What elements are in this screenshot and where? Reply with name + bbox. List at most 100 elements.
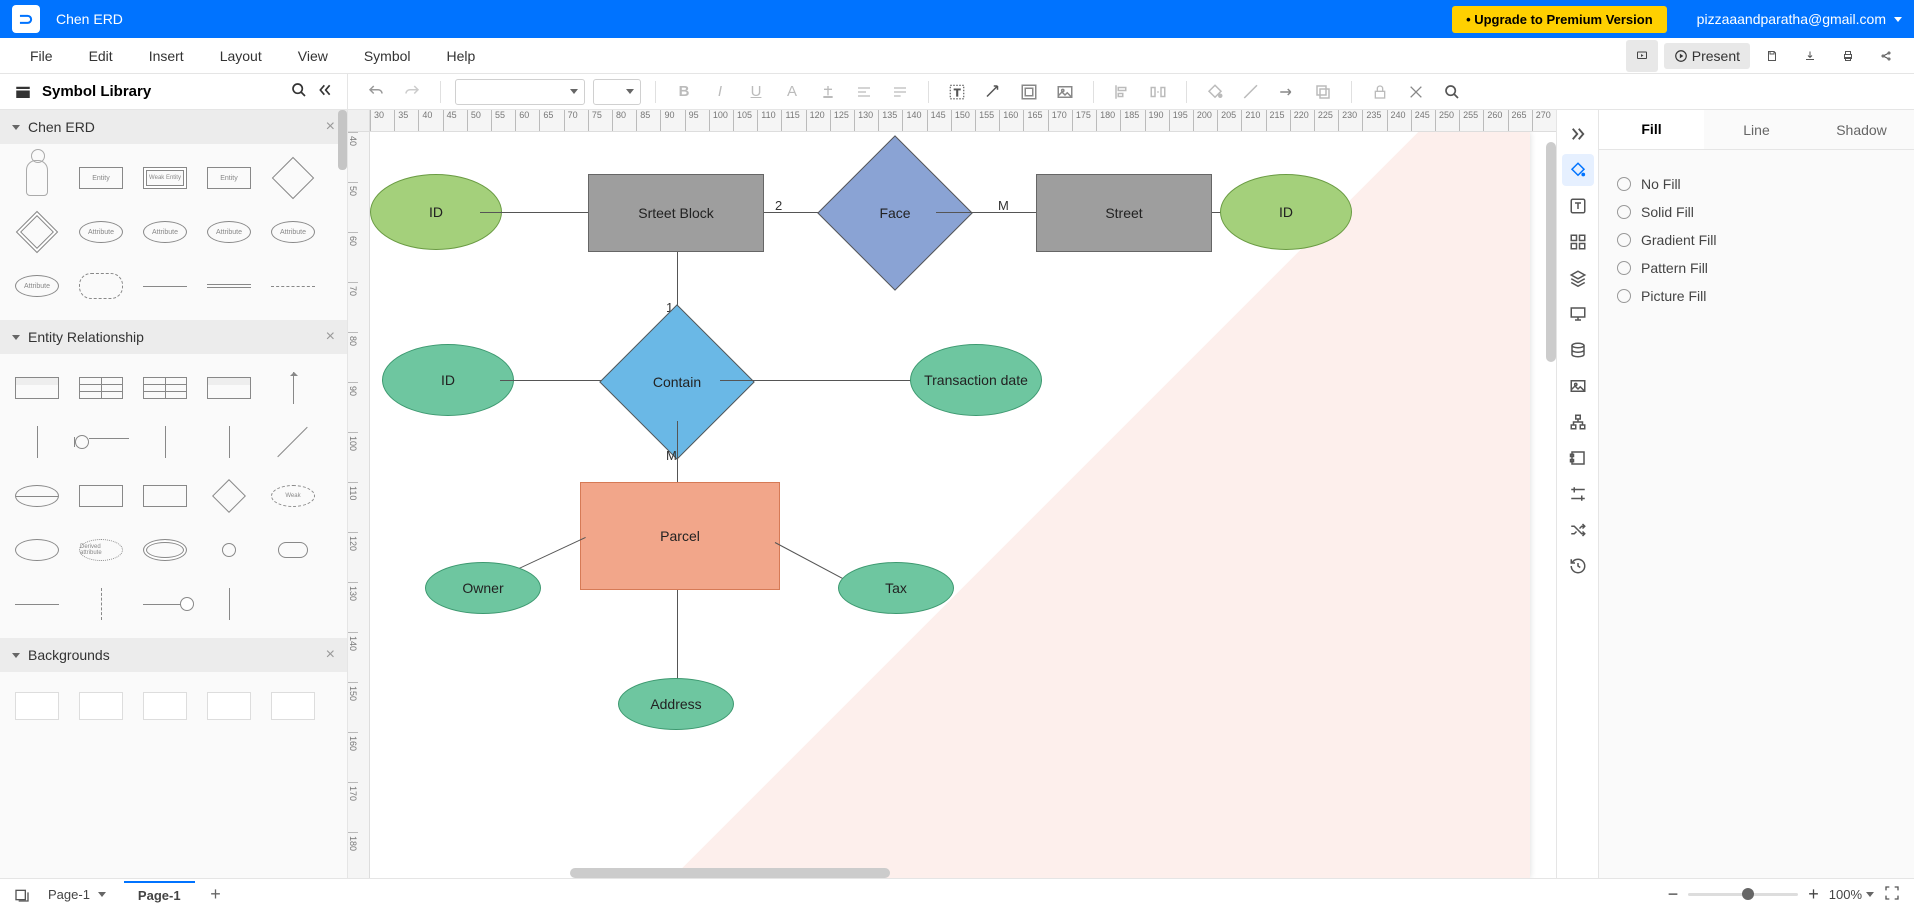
- shuffle-tool-icon[interactable]: [1562, 514, 1594, 546]
- share-button[interactable]: [1870, 40, 1902, 72]
- shape-dash-vline[interactable]: [72, 580, 130, 628]
- section-chen-erd[interactable]: Chen ERD ×: [0, 110, 347, 144]
- bg-2[interactable]: [72, 682, 130, 730]
- node-owner[interactable]: Owner: [425, 562, 541, 614]
- align-h-button[interactable]: [850, 78, 878, 106]
- fill-option-nofill[interactable]: No Fill: [1617, 176, 1896, 192]
- shape-vline3[interactable]: [200, 418, 258, 466]
- tab-line[interactable]: Line: [1704, 110, 1809, 149]
- shadow-button[interactable]: [1309, 78, 1337, 106]
- crop-tool-icon[interactable]: [1562, 478, 1594, 510]
- tab-shadow[interactable]: Shadow: [1809, 110, 1914, 149]
- shape-circ-line[interactable]: [136, 580, 194, 628]
- image-button[interactable]: [1051, 78, 1079, 106]
- shape-attribute2[interactable]: Attribute: [136, 208, 194, 256]
- shape-attribute4[interactable]: Attribute: [264, 208, 322, 256]
- menu-edit[interactable]: Edit: [71, 42, 131, 70]
- section-entity-relationship[interactable]: Entity Relationship ×: [0, 320, 347, 354]
- group-tool-icon[interactable]: [1562, 226, 1594, 258]
- menu-symbol[interactable]: Symbol: [346, 42, 429, 70]
- shape-vline-arrow[interactable]: [264, 364, 322, 412]
- shape-diag-line[interactable]: [264, 418, 322, 466]
- font-family-select[interactable]: [455, 79, 585, 105]
- font-color-button[interactable]: A: [778, 78, 806, 106]
- shape-double-ell[interactable]: [136, 526, 194, 574]
- present-tool-icon[interactable]: [1562, 298, 1594, 330]
- shape-attribute[interactable]: Attribute: [72, 208, 130, 256]
- add-page-button[interactable]: +: [205, 884, 227, 906]
- shape-table2[interactable]: [72, 364, 130, 412]
- upgrade-premium-button[interactable]: • Upgrade to Premium Version: [1452, 6, 1667, 33]
- fill-button[interactable]: [1201, 78, 1229, 106]
- bg-3[interactable]: [136, 682, 194, 730]
- menu-layout[interactable]: Layout: [202, 42, 280, 70]
- shape-hline[interactable]: [8, 580, 66, 628]
- redo-button[interactable]: [398, 78, 426, 106]
- node-street[interactable]: Street: [1036, 174, 1212, 252]
- close-icon[interactable]: ×: [326, 118, 335, 136]
- fill-option-solid[interactable]: Solid Fill: [1617, 204, 1896, 220]
- page-tab-1[interactable]: Page-1: [124, 881, 195, 908]
- menu-help[interactable]: Help: [429, 42, 494, 70]
- database-tool-icon[interactable]: [1562, 334, 1594, 366]
- shape-weak-circ[interactable]: Weak: [264, 472, 322, 520]
- shape-attribute3[interactable]: Attribute: [200, 208, 258, 256]
- shape-table3[interactable]: [136, 364, 194, 412]
- search-icon[interactable]: [291, 82, 307, 102]
- shape-derived[interactable]: Derived attribute: [72, 526, 130, 574]
- account-menu[interactable]: pizzaaandparatha@gmail.com: [1697, 11, 1902, 27]
- node-id2[interactable]: ID: [1220, 174, 1352, 250]
- shape-attribute5[interactable]: Attribute: [8, 262, 66, 310]
- close-icon[interactable]: ×: [326, 646, 335, 664]
- shape-vline4[interactable]: [200, 580, 258, 628]
- shape-cloud[interactable]: [72, 262, 130, 310]
- line-style-button[interactable]: [1237, 78, 1265, 106]
- download-button[interactable]: [1794, 40, 1826, 72]
- shape-double-line[interactable]: [200, 262, 258, 310]
- distribute-button[interactable]: [1144, 78, 1172, 106]
- shape-dash-line[interactable]: [264, 262, 322, 310]
- node-id3[interactable]: ID: [382, 344, 514, 416]
- undo-button[interactable]: [362, 78, 390, 106]
- shape-circle-line[interactable]: [72, 418, 130, 466]
- fill-option-pattern[interactable]: Pattern Fill: [1617, 260, 1896, 276]
- shape-vline[interactable]: [8, 418, 66, 466]
- slideshow-button[interactable]: [1626, 40, 1658, 72]
- shape-plain-diam[interactable]: [200, 472, 258, 520]
- fullscreen-button[interactable]: [1884, 885, 1900, 904]
- sitemap-tool-icon[interactable]: [1562, 406, 1594, 438]
- tools-button[interactable]: [1402, 78, 1430, 106]
- tab-fill[interactable]: Fill: [1599, 110, 1704, 149]
- node-parcel[interactable]: Parcel: [580, 482, 780, 590]
- shape-weak-entity[interactable]: Weak Entity: [136, 154, 194, 202]
- underline-button[interactable]: U: [742, 78, 770, 106]
- align-left-button[interactable]: [1108, 78, 1136, 106]
- find-button[interactable]: [1438, 78, 1466, 106]
- text-tool-icon[interactable]: [1562, 190, 1594, 222]
- lock-button[interactable]: [1366, 78, 1394, 106]
- shape-person[interactable]: [8, 154, 66, 202]
- menu-insert[interactable]: Insert: [131, 42, 202, 70]
- present-button[interactable]: Present: [1664, 43, 1750, 69]
- save-button[interactable]: [1756, 40, 1788, 72]
- page-select[interactable]: Page-1: [40, 884, 114, 905]
- shape-half-ell[interactable]: [8, 472, 66, 520]
- print-button[interactable]: [1832, 40, 1864, 72]
- node-address[interactable]: Address: [618, 678, 734, 730]
- font-size-select[interactable]: [593, 79, 641, 105]
- shape-line[interactable]: [136, 262, 194, 310]
- fill-option-picture[interactable]: Picture Fill: [1617, 288, 1896, 304]
- bg-4[interactable]: [200, 682, 258, 730]
- italic-button[interactable]: I: [706, 78, 734, 106]
- canvas[interactable]: ID Srteet Block 2 Face M Street ID 1 ID …: [370, 132, 1556, 878]
- connector-button[interactable]: [979, 78, 1007, 106]
- shape-table1[interactable]: [8, 364, 66, 412]
- bold-button[interactable]: B: [670, 78, 698, 106]
- page-list-icon[interactable]: [14, 887, 30, 903]
- node-tax[interactable]: Tax: [838, 562, 954, 614]
- shape-entity[interactable]: Entity: [72, 154, 130, 202]
- expand-panel-button[interactable]: [1562, 118, 1594, 150]
- shape-vline2[interactable]: [136, 418, 194, 466]
- shape-rrect[interactable]: [264, 526, 322, 574]
- collapse-icon[interactable]: [317, 82, 333, 102]
